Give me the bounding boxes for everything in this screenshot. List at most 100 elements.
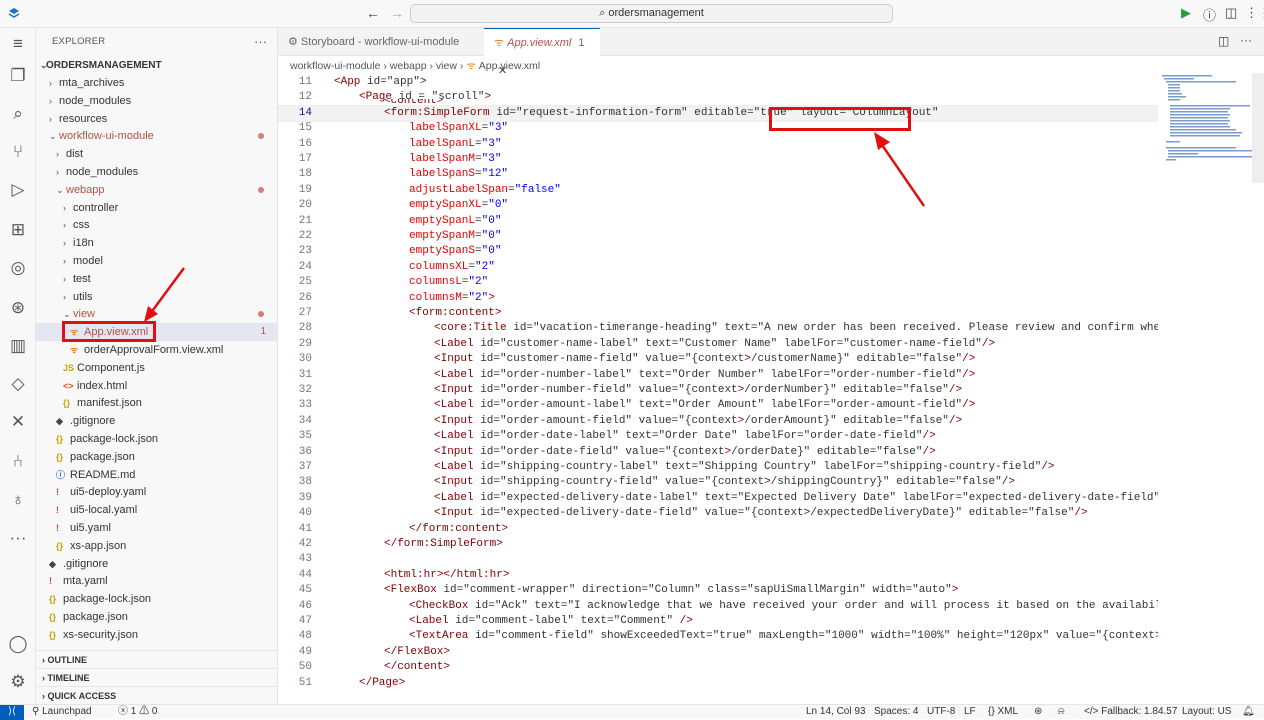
section-timeline[interactable]: › TIMELINE [36, 668, 278, 686]
code-line[interactable]: 20 emptySpanXL="0" [278, 198, 1158, 213]
fallback-item[interactable]: </> Fallback: 1.84.57 [1084, 705, 1177, 719]
file-item[interactable]: <> index.html [36, 377, 278, 395]
code-line[interactable]: 17 labelSpanM="3" [278, 152, 1158, 167]
code-line[interactable]: 31 <Label id="order-number-label" text="O… [278, 368, 1158, 383]
library-icon[interactable]: ▥ [6, 334, 30, 358]
section-quick-access[interactable]: › QUICK ACCESS [36, 686, 278, 704]
code-line[interactable]: 45 <FlexBox id="comment-wrapper" directio… [278, 583, 1158, 598]
code-line[interactable]: 42 </form:SimpleForm> [278, 537, 1158, 552]
code-line[interactable]: 48 <TextArea id="comment-field" showExcee… [278, 629, 1158, 644]
code-line[interactable]: 27 <form:content> [278, 306, 1158, 321]
code-line[interactable]: 25 columnsL="2" [278, 275, 1158, 290]
back-arrow-icon[interactable]: ← [366, 5, 380, 21]
more-actions-icon[interactable]: ··· [254, 34, 267, 49]
code-line[interactable]: 24 columnsXL="2" [278, 260, 1158, 275]
end-of-line[interactable]: LF [964, 705, 976, 719]
file-item[interactable]: ⓘ README.md [36, 466, 278, 484]
tools-icon[interactable]: ✕ [6, 410, 30, 434]
indentation[interactable]: Spaces: 4 [874, 705, 918, 719]
remote-icon[interactable]: ⟩⟨ [0, 705, 24, 720]
code-line[interactable]: 19 adjustLabelSpan="false" [278, 183, 1158, 198]
help-bulb-icon[interactable]: ♁ [6, 488, 30, 512]
search-view-icon[interactable]: ⌕ [6, 102, 30, 126]
code-line[interactable]: 46 <CheckBox id="Ack" text="I acknowledge… [278, 599, 1158, 614]
code-line[interactable]: 22 emptySpanM="0" [278, 229, 1158, 244]
folder-item[interactable]: › node_modules [36, 92, 278, 110]
code-line[interactable]: 11 <App id="app"> [278, 75, 1158, 90]
file-item[interactable]: ! ui5.yaml [36, 519, 278, 537]
file-item[interactable]: {} package-lock.json [36, 590, 278, 608]
debug-icon[interactable]: ⊛ [6, 296, 30, 320]
code-line[interactable]: 37 <Label id="shipping-country-label" tex… [278, 460, 1158, 475]
code-line[interactable]: 28 <core:Title id="vacation-timerange-hea… [278, 321, 1158, 336]
problems-item[interactable]: ⓧ 1 ⚠ 0 [118, 705, 157, 719]
breadcrumb-item[interactable]: view [436, 60, 457, 72]
keyboard-layout[interactable]: Layout: US [1182, 705, 1231, 719]
folder-item[interactable]: ⌄ webapp [36, 181, 278, 199]
file-item[interactable]: {} xs-security.json [36, 626, 278, 644]
breadcrumb-item[interactable]: workflow-ui-module [290, 60, 380, 72]
settings-gear-icon[interactable]: ⚙ [6, 670, 30, 694]
folder-item[interactable]: › node_modules [36, 163, 278, 181]
command-center-search[interactable]: ⌕ ordersmanagement [410, 4, 893, 23]
code-line[interactable]: 18 labelSpanS="12" [278, 167, 1158, 182]
code-line[interactable]: 40 <Input id="expected-delivery-date-fiel… [278, 506, 1158, 521]
code-line[interactable]: 29 <Label id="customer-name-label" text="… [278, 337, 1158, 352]
folder-item[interactable]: › dist [36, 145, 278, 163]
explorer-icon[interactable]: ❐ [6, 64, 30, 88]
help-icon[interactable]: ⓘ [1203, 5, 1216, 24]
file-item[interactable]: JS Component.js [36, 359, 278, 377]
code-line[interactable]: 43 [278, 552, 1158, 567]
file-item[interactable]: {} package.json [36, 608, 278, 626]
folder-item[interactable]: › css [36, 216, 278, 234]
cursor-position[interactable]: Ln 14, Col 93 [806, 705, 866, 719]
account-icon[interactable]: ◯ [6, 632, 30, 656]
tab-storyboard[interactable]: ⚙ Storyboard - workflow-ui-module [278, 28, 480, 56]
file-item[interactable]: ! mta.yaml [36, 572, 278, 590]
extension-icon[interactable]: ⊛ [1034, 705, 1042, 719]
code-line[interactable]: 35 <Label id="order-date-label" text="Ord… [278, 429, 1158, 444]
code-line[interactable]: 36 <Input id="order-date-field" value="{c… [278, 445, 1158, 460]
code-line[interactable]: 15 labelSpanXL="3" [278, 121, 1158, 136]
folder-item[interactable]: › mta_archives [36, 74, 278, 92]
editor-more-icon[interactable]: ··· [1240, 33, 1252, 47]
file-item[interactable]: {} package.json [36, 448, 278, 466]
code-line[interactable]: 39 <Label id="expected-delivery-date-labe… [278, 491, 1158, 506]
folder-item[interactable]: ⌄ workflow-ui-module [36, 127, 278, 145]
code-line[interactable]: 50 </content> [278, 660, 1158, 675]
apps-grid-icon[interactable]: ⋮⋮ [1245, 5, 1264, 21]
language-mode[interactable]: {} XML [988, 705, 1018, 719]
code-line[interactable]: 32 <Input id="order-number-field" value="… [278, 383, 1158, 398]
file-item[interactable]: ◆ .gitignore [36, 555, 278, 573]
code-line[interactable]: 34 <Input id="order-amount-field" value="… [278, 414, 1158, 429]
run-debug-icon[interactable]: ▷ [6, 178, 30, 202]
code-line[interactable]: 21 emptySpanL="0" [278, 214, 1158, 229]
layout-icon[interactable]: ◫ [1225, 5, 1237, 21]
bell-off-icon[interactable]: ⍾ [1058, 705, 1065, 719]
section-outline[interactable]: › OUTLINE [36, 650, 278, 668]
file-item[interactable]: {} package-lock.json [36, 430, 278, 448]
code-line[interactable]: 23 emptySpanS="0" [278, 244, 1158, 259]
folder-item[interactable]: › i18n [36, 234, 278, 252]
source-control-icon[interactable]: ⑂ [6, 140, 30, 164]
network-icon[interactable]: ◎ [6, 256, 30, 280]
folder-item[interactable]: › resources [36, 110, 278, 128]
notifications-icon[interactable]: 🔔︎ [1242, 705, 1255, 719]
code-line[interactable]: 51 </Page> [278, 676, 1158, 691]
menu-icon[interactable]: ≡ [6, 32, 30, 56]
breadcrumb-item[interactable]: webapp [390, 60, 427, 72]
launchpad-item[interactable]: ⚲ Launchpad [32, 705, 92, 719]
code-line[interactable]: 38 <Input id="shipping-country-field" val… [278, 475, 1158, 490]
tab-app-view-xml[interactable]: ᯤ App.view.xml 1 ✕ [484, 28, 600, 77]
code-line[interactable]: 16 labelSpanL="3" [278, 137, 1158, 152]
file-item[interactable]: {} manifest.json [36, 394, 278, 412]
split-editor-icon[interactable]: ◫ [1218, 34, 1229, 48]
git-graph-icon[interactable]: ⑃ [6, 450, 30, 474]
forward-arrow-icon[interactable]: → [390, 5, 404, 21]
diamond-icon[interactable]: ◇ [6, 372, 30, 396]
encoding[interactable]: UTF-8 [927, 705, 955, 719]
run-icon[interactable]: ▶ [1181, 5, 1191, 21]
file-item[interactable]: ! ui5-local.yaml [36, 501, 278, 519]
code-line[interactable]: 33 <Label id="order-amount-label" text="O… [278, 398, 1158, 413]
extensions-icon[interactable]: ⊞ [6, 218, 30, 242]
